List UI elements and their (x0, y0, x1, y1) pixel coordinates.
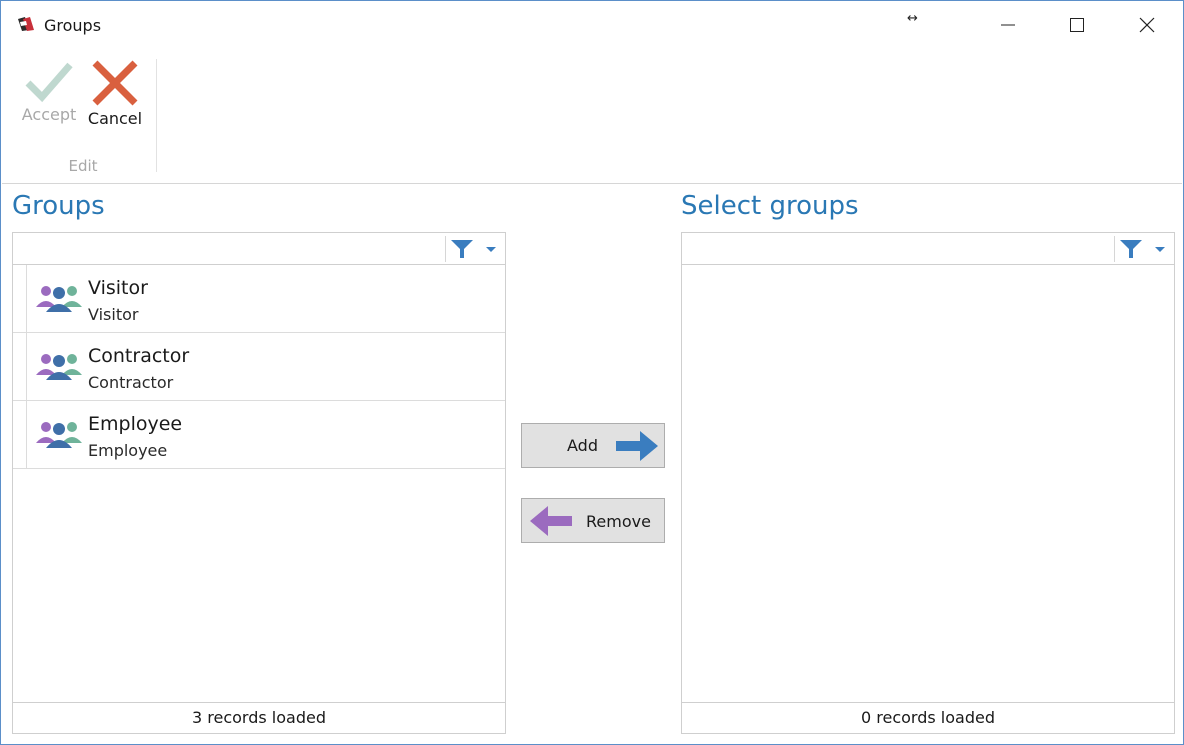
item-title: Employee (88, 413, 183, 435)
select-groups-filter-input[interactable] (682, 233, 1114, 264)
remove-label: Remove (586, 512, 651, 531)
item-subtitle: Visitor (88, 305, 139, 324)
app-logo-icon (18, 17, 34, 31)
ribbon-group-label: Edit (68, 157, 98, 175)
resize-cursor-icon: ↔ (907, 11, 918, 26)
groups-list: Visitor Visitor Contractor Contractor Em… (13, 265, 505, 469)
row-gutter (26, 333, 27, 401)
add-label: Add (567, 436, 598, 455)
add-button[interactable]: Add (521, 423, 665, 468)
ribbon-separator (156, 59, 157, 172)
groups-panel: Visitor Visitor Contractor Contractor Em… (12, 232, 506, 734)
select-groups-panel: 0 records loaded (681, 232, 1175, 734)
accept-button[interactable]: Accept (17, 55, 81, 135)
item-subtitle: Contractor (88, 373, 174, 392)
group-icon (36, 286, 82, 312)
select-groups-panel-title: Select groups (681, 191, 859, 221)
item-title: Contractor (88, 345, 190, 367)
remove-button[interactable]: Remove (521, 498, 665, 543)
cancel-label: Cancel (87, 109, 143, 128)
filter-dropdown-icon[interactable] (481, 241, 501, 257)
groups-filter-input[interactable] (13, 233, 445, 264)
accept-label: Accept (21, 105, 77, 124)
select-groups-status: 0 records loaded (682, 702, 1174, 733)
row-gutter (26, 265, 27, 333)
filter-separator (445, 236, 446, 262)
arrow-right-icon (616, 431, 658, 461)
group-icon (36, 422, 82, 448)
cross-icon (92, 60, 138, 106)
groups-panel-title: Groups (12, 191, 105, 221)
item-subtitle: Employee (88, 441, 168, 460)
row-gutter (26, 401, 27, 469)
maximize-icon (1070, 18, 1084, 32)
group-icon (36, 354, 82, 380)
list-item[interactable]: Employee Employee (13, 401, 505, 469)
minimize-icon (1001, 24, 1015, 26)
minimize-button[interactable] (985, 3, 1031, 47)
filter-dropdown-icon[interactable] (1150, 241, 1170, 257)
list-item[interactable]: Visitor Visitor (13, 265, 505, 333)
close-icon (1139, 17, 1155, 33)
select-groups-filter-bar (682, 233, 1174, 265)
checkmark-icon (25, 62, 73, 103)
list-item[interactable]: Contractor Contractor (13, 333, 505, 401)
filter-icon[interactable] (450, 238, 474, 260)
groups-status: 3 records loaded (13, 702, 505, 733)
filter-separator (1114, 236, 1115, 262)
window-title: Groups (44, 16, 102, 35)
cancel-button[interactable]: Cancel (83, 55, 147, 135)
groups-filter-bar (13, 233, 505, 265)
maximize-button[interactable] (1054, 3, 1100, 47)
item-title: Visitor (88, 277, 148, 299)
title-bar: Groups ↔ (1, 1, 1183, 49)
arrow-left-icon (530, 506, 572, 536)
ribbon: Accept Cancel Edit (2, 49, 1182, 184)
groups-window: Groups ↔ Accept Cancel Edit Groups Visit… (0, 0, 1184, 745)
filter-icon[interactable] (1119, 238, 1143, 260)
close-button[interactable] (1124, 3, 1170, 47)
